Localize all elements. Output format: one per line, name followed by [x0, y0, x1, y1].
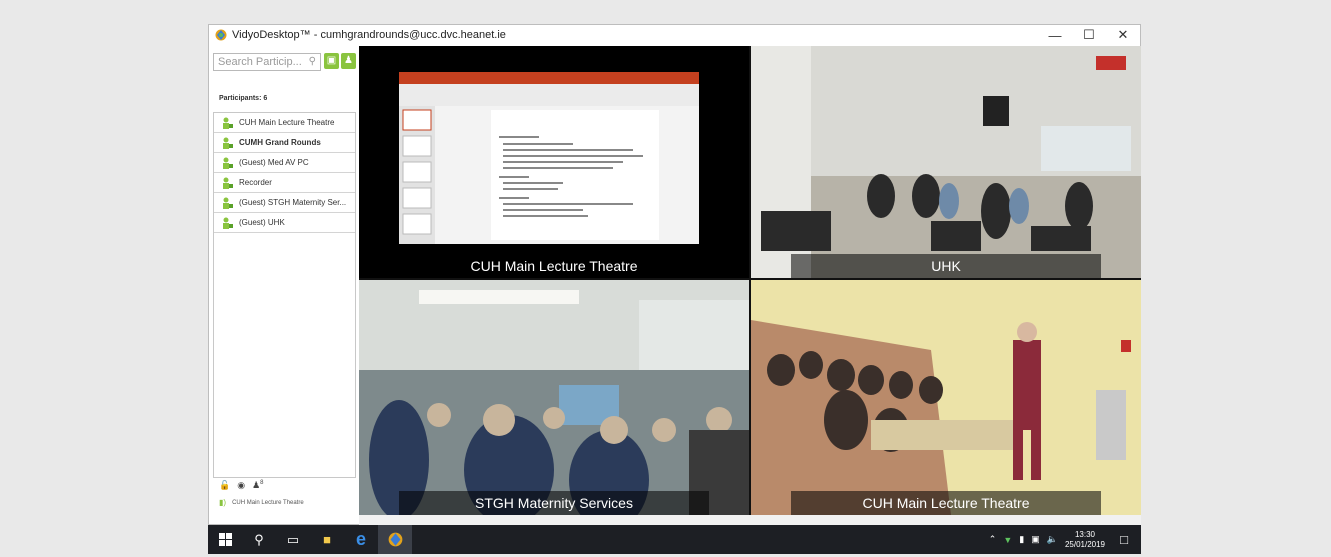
speaker-icon: ▮) [219, 498, 227, 507]
participant-name: (Guest) Med AV PC [239, 158, 309, 167]
participant-item[interactable]: CUMH Grand Rounds [214, 133, 355, 153]
maximize-icon: ☐ [1083, 27, 1095, 42]
volume-icon[interactable]: 🔈 [1047, 534, 1058, 545]
network-icon[interactable]: ▼ [1003, 535, 1012, 545]
participant-item[interactable]: (Guest) STGH Maternity Ser... [214, 193, 355, 213]
window-title: VidyoDesktop™ - cumhgrandrounds@ucc.dvc.… [232, 29, 506, 41]
presentation-content [399, 72, 699, 244]
edge-browser-button[interactable]: e [344, 525, 378, 554]
participant-name: CUH Main Lecture Theatre [239, 118, 335, 127]
participant-name: (Guest) UHK [239, 218, 285, 227]
clock-time: 13:30 [1074, 529, 1095, 539]
system-tray: ⌃ ▼ ▮ ▣ 🔈 13:30 25/01/2019 [989, 525, 1105, 554]
sidebar-footer: 🔓 ◉ ♟8 [219, 480, 264, 491]
participant-item[interactable]: (Guest) Med AV PC [214, 153, 355, 173]
participant-name: CUMH Grand Rounds [239, 138, 321, 147]
windows-taskbar: ⚲ ▭ ■ e ⌃ ▼ ▮ ▣ 🔈 13:30 25/01/2019 □ [208, 525, 1141, 554]
participant-icon [223, 157, 233, 169]
search-icon: ⚲ [254, 531, 264, 547]
room-video-cuh-lecture [751, 280, 1141, 515]
task-view-button[interactable]: ▭ [276, 525, 310, 554]
video-caption: UHK [791, 254, 1101, 278]
search-taskbar-button[interactable]: ⚲ [242, 525, 276, 554]
battery-icon[interactable]: ▮ [1019, 534, 1024, 545]
task-view-icon: ▭ [286, 531, 300, 547]
search-icon: ⚲ [308, 56, 316, 67]
chevron-up-icon[interactable]: ⌃ [989, 534, 997, 545]
video-caption: CUH Main Lecture Theatre [791, 491, 1101, 515]
participant-icon [223, 117, 233, 129]
participant-item[interactable]: CUH Main Lecture Theatre [214, 113, 355, 133]
minimize-icon: — [1048, 27, 1062, 43]
lock-icon[interactable]: 🔓 [219, 480, 230, 491]
search-input[interactable]: Search Particip... ⚲ [213, 53, 321, 71]
video-tile-cuh-presentation[interactable]: CUH Main Lecture Theatre [359, 46, 749, 278]
title-bar[interactable]: VidyoDesktop™ - cumhgrandrounds@ucc.dvc.… [209, 25, 1140, 45]
folder-icon: ■ [323, 532, 331, 547]
room-video-stgh [359, 280, 749, 515]
vidyo-window: VidyoDesktop™ - cumhgrandrounds@ucc.dvc.… [208, 24, 1141, 525]
start-button[interactable] [208, 525, 242, 554]
participant-icon [223, 217, 233, 229]
windows-logo-icon [218, 533, 232, 546]
close-button[interactable]: ✕ [1106, 25, 1140, 45]
add-user-icon: ♟ [344, 55, 353, 66]
video-caption: CUH Main Lecture Theatre [399, 254, 709, 278]
video-tile-uhk[interactable]: UHK [751, 46, 1141, 278]
participant-icon [223, 197, 233, 209]
clock-date: 25/01/2019 [1064, 539, 1105, 549]
edge-icon: e [355, 529, 366, 549]
search-placeholder: Search Particip... [218, 56, 302, 68]
video-caption: STGH Maternity Services [399, 491, 709, 515]
participant-icon [223, 137, 233, 149]
notifications-button[interactable]: □ [1107, 525, 1141, 554]
participant-item[interactable]: Recorder [214, 173, 355, 193]
globe-icon[interactable]: ◉ [237, 480, 245, 491]
participants-icon[interactable]: ♟8 [252, 480, 263, 491]
clock[interactable]: 13:30 25/01/2019 [1065, 530, 1105, 550]
participants-count-label: Participants: 6 [219, 95, 268, 102]
close-icon: ✕ [1117, 27, 1129, 42]
active-speaker-label: CUH Main Lecture Theatre [232, 499, 304, 506]
participants-footer-count: 8 [260, 480, 264, 486]
room-video-uhk [751, 46, 1141, 278]
file-explorer-button[interactable]: ■ [310, 525, 344, 554]
video-tile-stgh[interactable]: STGH Maternity Services [359, 280, 749, 515]
video-tile-cuh-lecture[interactable]: CUH Main Lecture Theatre [751, 280, 1141, 515]
participants-sidebar: Search Particip... ⚲ ▣ ♟ Participants: 6… [213, 47, 357, 522]
participant-name: (Guest) STGH Maternity Ser... [239, 198, 347, 207]
notification-icon: □ [1120, 532, 1128, 547]
participant-name: Recorder [239, 178, 272, 187]
maximize-button[interactable]: ☐ [1072, 25, 1106, 45]
participant-item[interactable]: (Guest) UHK [214, 213, 355, 233]
share-button[interactable]: ▣ [324, 53, 339, 69]
status-strip [359, 515, 1141, 525]
display-icon[interactable]: ▣ [1031, 534, 1040, 545]
participants-list[interactable]: CUH Main Lecture Theatre CUMH Grand Round… [213, 112, 356, 478]
share-icon: ▣ [326, 55, 337, 66]
participant-icon [223, 177, 233, 189]
active-speaker: ▮) CUH Main Lecture Theatre [219, 498, 304, 507]
vidyo-taskbar-button[interactable] [378, 525, 412, 554]
invite-button[interactable]: ♟ [341, 53, 356, 69]
vidyo-app-icon [388, 532, 402, 547]
vidyo-app-icon [215, 29, 227, 41]
video-grid: CUH Main Lecture Theatre UHK STGH Matern… [359, 46, 1141, 515]
minimize-button[interactable]: — [1038, 25, 1072, 45]
